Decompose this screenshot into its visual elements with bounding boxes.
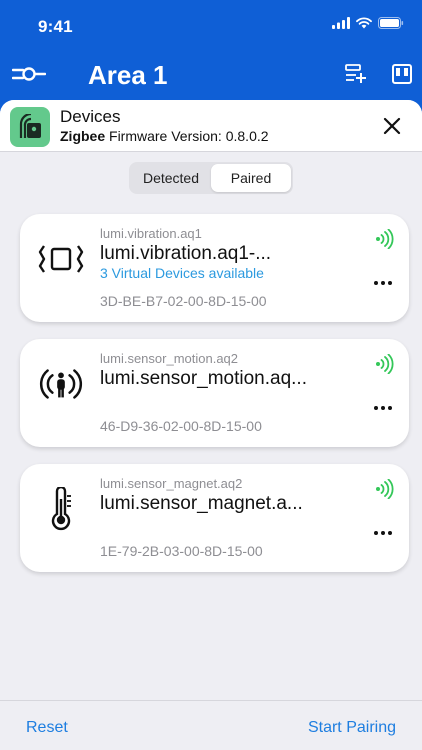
library-icon[interactable]: [392, 63, 412, 85]
vibration-icon: [38, 236, 84, 282]
zigbee-app-icon: [10, 107, 50, 147]
device-mac: 46-D9-36-02-00-8D-15-00: [100, 418, 262, 434]
device-mac: 3D-BE-B7-02-00-8D-15-00: [100, 293, 267, 309]
status-time: 9:41: [38, 17, 73, 36]
signal-strength-icon: [376, 229, 394, 249]
more-options-icon[interactable]: [373, 403, 393, 413]
firmware-subtitle: Zigbee Firmware Version: 0.8.0.2: [60, 128, 269, 144]
subtitle-protocol: Zigbee: [60, 128, 106, 144]
status-icons: [332, 17, 404, 29]
device-card[interactable]: lumi.sensor_motion.aq2 lumi.sensor_motio…: [20, 339, 409, 447]
more-options-icon[interactable]: [373, 278, 393, 288]
segmented-control: Detected Paired: [129, 162, 293, 194]
add-list-icon[interactable]: [345, 64, 367, 84]
battery-icon: [378, 17, 404, 29]
bottom-toolbar: Reset Start Pairing: [0, 700, 422, 750]
network-menu-icon[interactable]: [12, 64, 46, 84]
motion-sensor-icon: [38, 361, 84, 407]
sheet-header: Devices Zigbee Firmware Version: 0.8.0.2: [0, 100, 422, 152]
device-name: lumi.vibration.aq1-...: [100, 243, 272, 264]
nav-bar: Area 1: [0, 52, 422, 100]
segment-detected[interactable]: Detected: [131, 164, 211, 192]
cellular-signal-icon: [332, 17, 350, 29]
virtual-devices-link[interactable]: 3 Virtual Devices available: [100, 265, 264, 281]
device-model: lumi.sensor_magnet.aq2: [100, 476, 243, 491]
reset-button[interactable]: Reset: [26, 719, 68, 737]
device-card[interactable]: lumi.vibration.aq1 lumi.vibration.aq1-..…: [20, 214, 409, 322]
device-model: lumi.sensor_motion.aq2: [100, 351, 239, 366]
signal-strength-icon: [376, 479, 394, 499]
thermometer-icon: [38, 486, 84, 532]
device-name: lumi.sensor_magnet.a...: [100, 493, 303, 514]
segment-paired[interactable]: Paired: [211, 164, 291, 192]
device-card[interactable]: lumi.sensor_magnet.aq2 lumi.sensor_magne…: [20, 464, 409, 572]
device-model: lumi.vibration.aq1: [100, 226, 202, 241]
device-name: lumi.sensor_motion.aq...: [100, 368, 307, 389]
wifi-icon: [356, 17, 372, 29]
signal-strength-icon: [376, 354, 394, 374]
start-pairing-button[interactable]: Start Pairing: [308, 719, 396, 737]
sheet-title: Devices: [60, 107, 121, 126]
devices-sheet: Devices Zigbee Firmware Version: 0.8.0.2…: [0, 100, 422, 750]
status-bar: 9:41: [0, 0, 422, 52]
subtitle-version: Firmware Version: 0.8.0.2: [105, 128, 269, 144]
page-title: Area 1: [88, 60, 168, 90]
device-mac: 1E-79-2B-03-00-8D-15-00: [100, 543, 263, 559]
zigbee-device-icon: [19, 114, 41, 138]
more-options-icon[interactable]: [373, 528, 393, 538]
close-icon[interactable]: [382, 116, 402, 136]
